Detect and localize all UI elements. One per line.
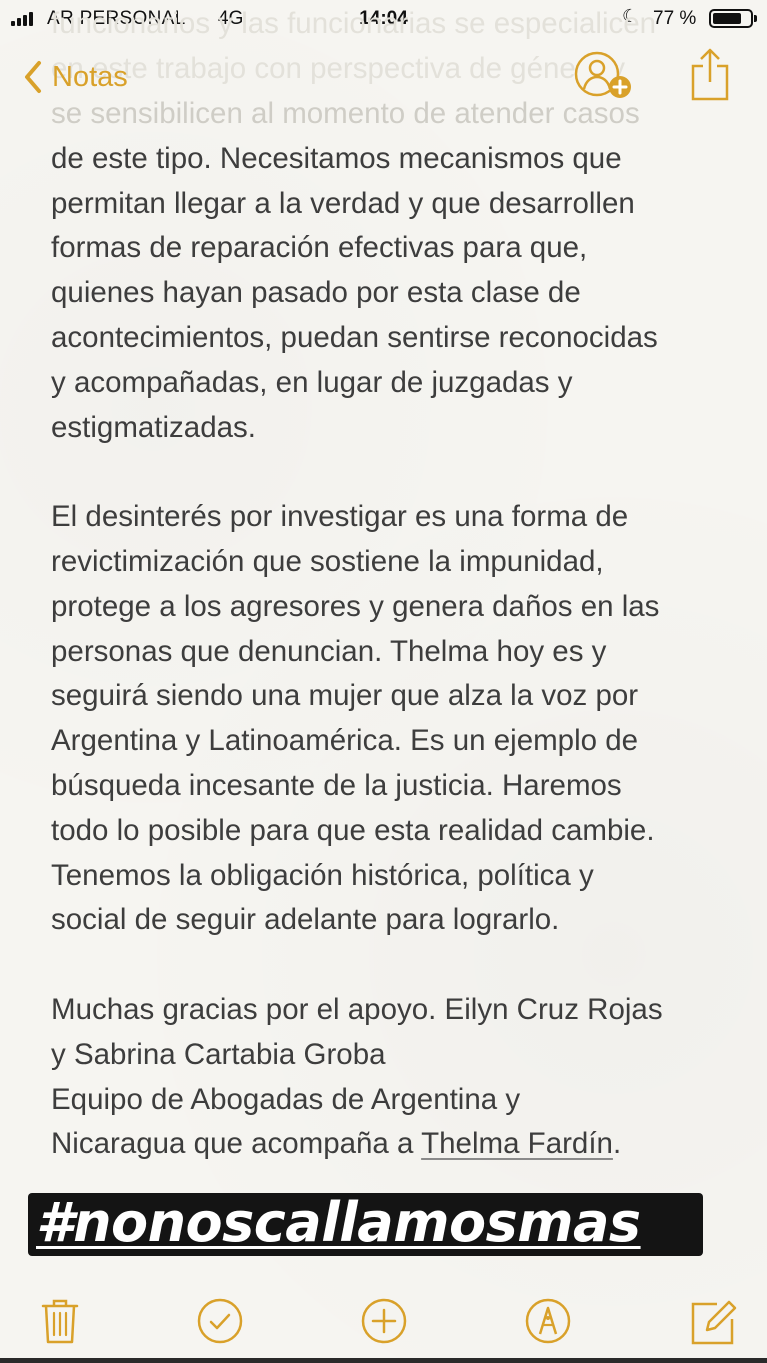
markup-button[interactable] — [521, 1294, 575, 1348]
add-attachment-button[interactable] — [357, 1294, 411, 1348]
note-line: personas que denuncian. Thelma hoy es y — [51, 634, 607, 668]
thelma-fardin-link[interactable]: Thelma Fardín — [421, 1127, 613, 1160]
note-line: permitan llegar a la verdad y que desarr… — [51, 186, 635, 220]
compose-new-note-button[interactable] — [687, 1294, 741, 1348]
note-line: Argentina y Latinoamérica. Es un ejemplo… — [51, 724, 639, 758]
note-text: . — [612, 1127, 622, 1161]
note-line: y acompañadas, en lugar de juzgadas y — [51, 365, 573, 399]
markup-pen-icon — [521, 1298, 575, 1352]
note-line: social de seguir adelante para lograrlo. — [51, 903, 560, 937]
note-line: Muchas gracias por el apoyo. Eilyn Cruz … — [51, 992, 663, 1026]
note-line: protege a los agresores y genera daños e… — [51, 589, 660, 623]
note-line: formas de reparación efectivas para que, — [51, 231, 588, 265]
note-body[interactable]: se sensibilicen al momento de atender ca… — [51, 92, 741, 1167]
back-to-notes-button[interactable]: Notas — [24, 54, 128, 100]
note-line: todo lo posible para que esta realidad c… — [51, 813, 655, 847]
bottom-toolbar — [0, 1288, 767, 1352]
note-line: acontecimientos, puedan sentirse reconoc… — [51, 320, 658, 354]
trash-icon — [33, 1299, 87, 1352]
note-line: El desinterés por investigar es una form… — [51, 500, 629, 534]
hashtag-sticker: #nonoscallamosmas — [28, 1193, 703, 1256]
plus-circle-icon — [357, 1298, 411, 1352]
chevron-left-icon — [24, 60, 42, 94]
note-line: Equipo de Abogadas de Argentina y — [51, 1082, 521, 1116]
back-label: Notas — [52, 60, 128, 93]
compose-icon — [687, 1300, 741, 1352]
delete-note-button[interactable] — [33, 1294, 87, 1348]
add-person-button[interactable] — [573, 50, 637, 102]
note-line: y Sabrina Cartabia Groba — [51, 1037, 386, 1071]
note-line: búsqueda incesante de la justicia. Harem… — [51, 768, 622, 802]
hashtag-text: #nonoscallamosmas — [36, 1191, 641, 1254]
note-line: de este tipo. Necesitamos mecanismos que — [51, 141, 622, 175]
note-line: revictimización que sostiene la impunida… — [51, 544, 604, 578]
share-button[interactable] — [690, 46, 730, 102]
add-person-icon — [573, 51, 637, 106]
note-line-signature: Nicaragua que acompaña a Thelma Fardín. — [51, 1122, 741, 1167]
note-line: estigmatizadas. — [51, 410, 256, 444]
checkmark-circle-icon — [193, 1298, 247, 1352]
battery-tip — [754, 15, 757, 22]
note-line: seguirá siendo una mujer que alza la voz… — [51, 679, 639, 713]
share-icon — [690, 48, 730, 106]
note-text: Nicaragua que acompaña a — [51, 1127, 422, 1161]
checklist-button[interactable] — [193, 1294, 247, 1348]
screen-bottom-edge — [0, 1358, 767, 1363]
note-line: Tenemos la obligación histórica, polític… — [51, 858, 594, 892]
navigation-bar: Notas — [0, 38, 767, 118]
note-line: quienes hayan pasado por esta clase de — [51, 276, 581, 310]
